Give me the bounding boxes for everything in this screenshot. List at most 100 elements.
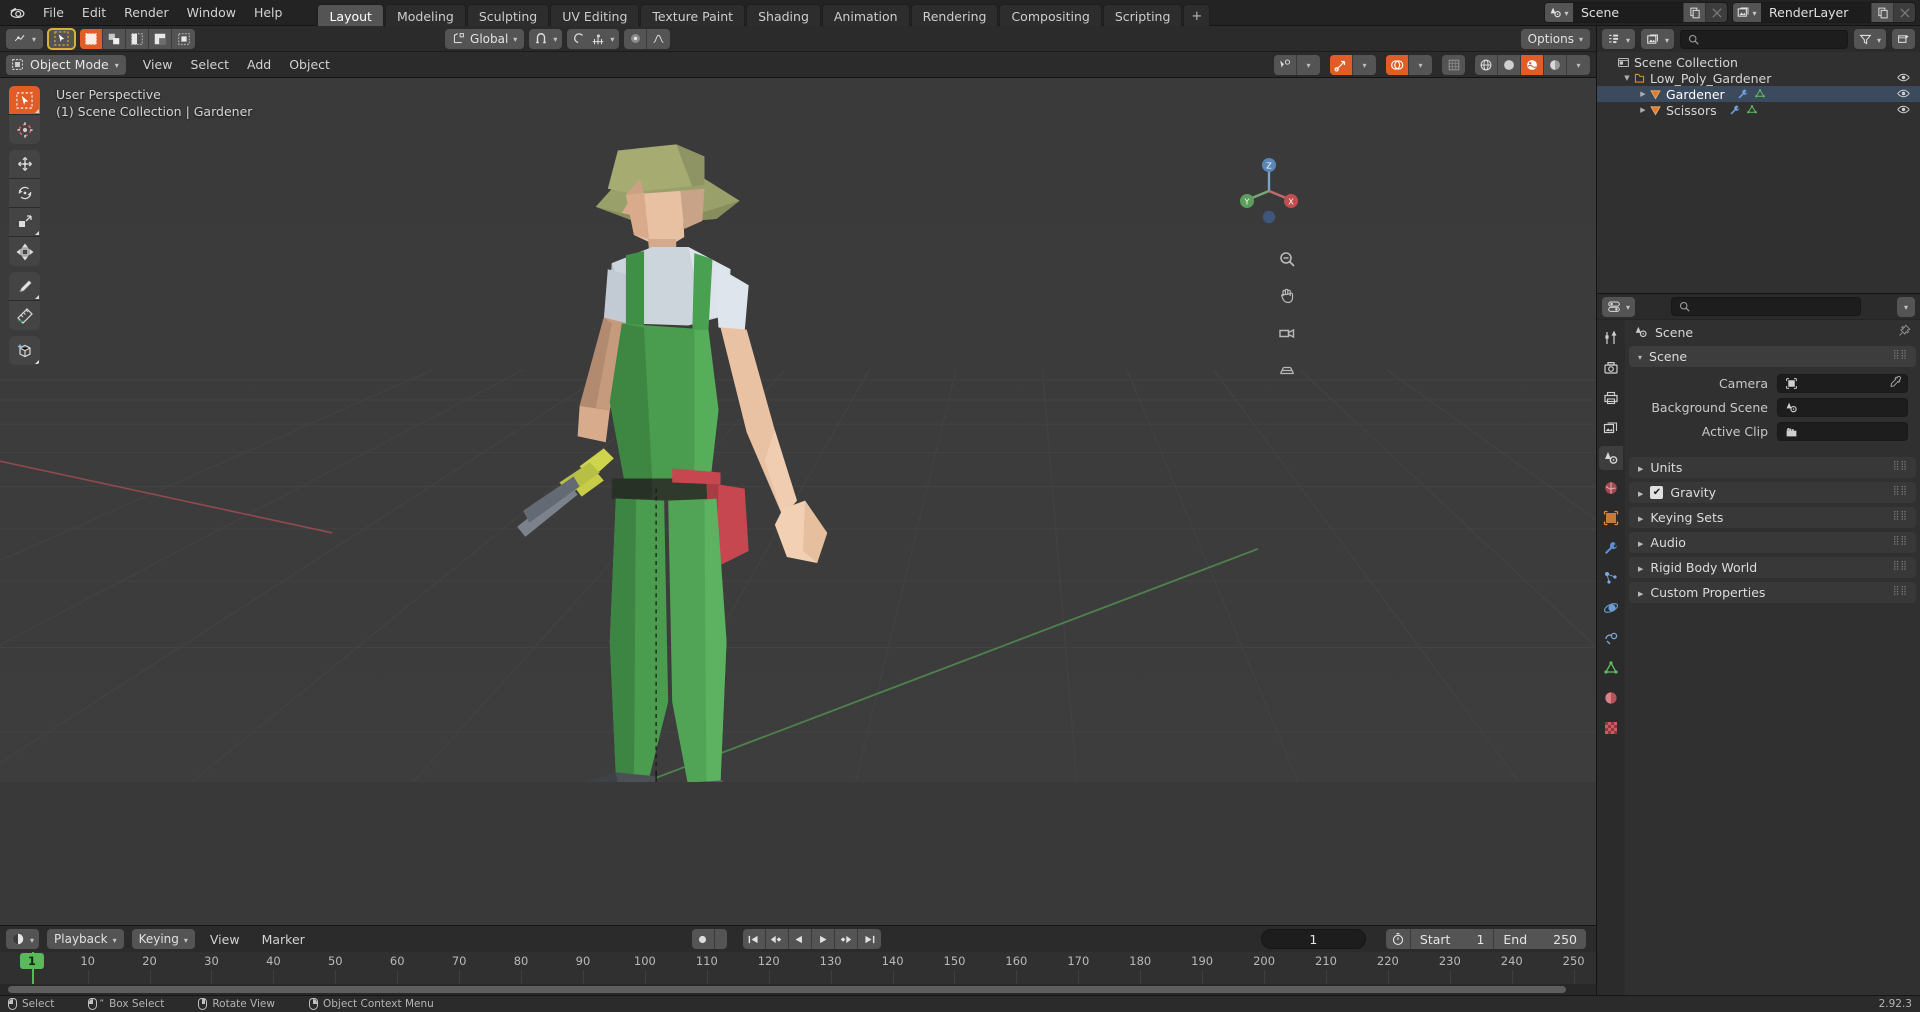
snap-closest-button[interactable]: [624, 28, 648, 49]
timeline-editor-type-button[interactable]: ▾: [6, 929, 40, 949]
timeline-scrollbar[interactable]: [8, 986, 1566, 993]
overlays-chevron-icon[interactable]: ▾: [1409, 55, 1432, 75]
outliner-filter-button[interactable]: ▾: [1853, 29, 1886, 49]
snapping-group[interactable]: ▾: [529, 28, 563, 49]
record-icon[interactable]: [692, 929, 715, 949]
expand-triangle-icon[interactable]: ▶: [1637, 106, 1649, 114]
world-tab[interactable]: [1599, 476, 1623, 500]
outliner-row-low_poly_gardener[interactable]: ▼ Low_Poly_Gardener: [1597, 70, 1920, 86]
workspace-tab-uv-editing[interactable]: UV Editing: [550, 3, 640, 29]
viewlayer-new-button[interactable]: [1871, 3, 1893, 22]
scene-tab[interactable]: [1599, 446, 1623, 470]
overlays-group[interactable]: ▾: [1386, 54, 1432, 75]
interaction-mode-dropdown[interactable]: Object Mode ▾: [6, 54, 126, 75]
workspace-tab-modeling[interactable]: Modeling: [384, 3, 466, 29]
options-dropdown[interactable]: Options ▾: [1520, 28, 1590, 49]
properties-tab-strip[interactable]: [1597, 320, 1625, 995]
previous-keyframe-button[interactable]: [766, 929, 789, 949]
shading-mode-group[interactable]: ▾: [1475, 54, 1590, 75]
timeline-scrollbar-area[interactable]: [0, 984, 1596, 995]
scale-tool-button[interactable]: [9, 208, 40, 237]
overlays-toggle-icon[interactable]: [1386, 54, 1409, 75]
outliner-row-scene-collection[interactable]: Scene Collection: [1597, 54, 1920, 70]
menu-file[interactable]: File: [34, 2, 73, 23]
proportional-edit-group[interactable]: ▾: [567, 28, 620, 49]
start-frame-field[interactable]: Start 1: [1409, 929, 1494, 949]
navigation-gizmo[interactable]: Z X Y: [1234, 156, 1304, 226]
physics-tab[interactable]: [1599, 596, 1623, 620]
jump-to-start-button[interactable]: [743, 929, 766, 949]
new-collection-button[interactable]: [1892, 29, 1915, 49]
viewlayer-remove-button[interactable]: [1893, 3, 1915, 22]
transport-controls[interactable]: [742, 929, 881, 949]
solid-shading-icon[interactable]: [1498, 54, 1521, 75]
modifier-wrench-icon[interactable]: [1737, 88, 1749, 100]
shading-chevron-icon[interactable]: ▾: [1567, 55, 1590, 75]
material-preview-shading-icon[interactable]: [1521, 54, 1544, 75]
wireframe-shading-icon[interactable]: [1475, 54, 1498, 75]
visibility-dropdown[interactable]: ▾: [1274, 54, 1320, 75]
rendered-shading-icon[interactable]: [1544, 54, 1567, 75]
annotate-tool-button[interactable]: [9, 272, 40, 301]
texture-tab[interactable]: [1599, 716, 1623, 740]
workspace-tab-scripting[interactable]: Scripting: [1102, 3, 1183, 29]
outliner-tree[interactable]: Scene Collection ▼ Low_Poly_Gardener ▶ Garde…: [1597, 52, 1920, 293]
transform-orientation-dropdown[interactable]: Global ▾: [445, 28, 525, 49]
pin-icon[interactable]: [1898, 324, 1911, 340]
gizmo-group[interactable]: ▾: [1330, 54, 1376, 75]
tool-tab[interactable]: [1599, 326, 1623, 350]
keying-dropdown[interactable]: Keying ▾: [131, 929, 195, 949]
tweak-tool-button[interactable]: [9, 86, 40, 115]
proportional-falloff-button[interactable]: [647, 29, 670, 49]
property-field-camera[interactable]: [1777, 373, 1908, 393]
menu-help[interactable]: Help: [245, 2, 292, 23]
current-frame-field[interactable]: 1: [1260, 929, 1366, 949]
outliner-display-mode-button[interactable]: ▾: [1641, 29, 1675, 49]
menu-window[interactable]: Window: [178, 2, 245, 23]
timeline-marker-menu[interactable]: Marker: [255, 930, 312, 949]
snap-target-group[interactable]: [624, 28, 671, 49]
jump-to-end-button[interactable]: [858, 929, 881, 949]
visibility-eye-icon[interactable]: [1897, 103, 1910, 118]
active-tool-button[interactable]: [47, 27, 77, 50]
workspace-tab-texture-paint[interactable]: Texture Paint: [640, 3, 746, 29]
viewlayer-id-block[interactable]: ▾ RenderLayer: [1732, 2, 1916, 23]
mesh-data-icon[interactable]: [1746, 104, 1758, 116]
outliner-editor-type-button[interactable]: ▾: [1602, 29, 1636, 49]
outliner-search-input[interactable]: [1680, 29, 1848, 49]
workspace-tab-sculpting[interactable]: Sculpting: [466, 3, 550, 29]
cursor-tool-button[interactable]: [9, 115, 40, 144]
scene-panel-header[interactable]: ▾ Scene ⣿⣿: [1629, 346, 1916, 367]
collapse-triangle-icon[interactable]: ▼: [1621, 74, 1633, 82]
panel-checkbox[interactable]: ✔: [1650, 486, 1664, 499]
rotate-tool-button[interactable]: [9, 179, 40, 208]
select-mode-group[interactable]: [80, 28, 196, 49]
timeline-ruler[interactable]: 10 20 30 40 50 60 70 80 90 100 110 120 130 140 150 160 1…: [0, 952, 1596, 984]
auto-keying-group[interactable]: [691, 929, 727, 949]
pan-hand-icon[interactable]: [1274, 283, 1300, 309]
zoom-icon[interactable]: [1274, 246, 1300, 272]
render-tab[interactable]: [1599, 356, 1623, 380]
add-workspace-button[interactable]: +: [1183, 3, 1211, 29]
properties-search-input[interactable]: [1671, 297, 1861, 316]
workspace-tab-animation[interactable]: Animation: [821, 3, 910, 29]
eyedropper-icon[interactable]: [1889, 375, 1902, 392]
viewport-menu-add[interactable]: Add: [240, 55, 278, 74]
panel-audio[interactable]: ▶ Audio ⣿⣿: [1629, 532, 1916, 553]
workspace-tab-layout[interactable]: Layout: [317, 3, 384, 29]
gizmo-chevron-icon[interactable]: ▾: [1353, 55, 1376, 75]
next-keyframe-button[interactable]: [835, 929, 858, 949]
viewlayer-name-field[interactable]: RenderLayer: [1761, 3, 1871, 22]
scene-id-block[interactable]: ▾ Scene: [1544, 2, 1728, 23]
scene-name-field[interactable]: Scene: [1573, 3, 1683, 22]
playback-dropdown[interactable]: Playback ▾: [47, 929, 124, 949]
mesh-data-icon[interactable]: [1754, 88, 1766, 100]
xray-group[interactable]: [1442, 54, 1465, 75]
workspace-tab-rendering[interactable]: Rendering: [910, 3, 999, 29]
select-subtract-button[interactable]: [126, 28, 150, 49]
stopwatch-icon[interactable]: [1386, 929, 1410, 949]
outliner-row-scissors[interactable]: ▶ Scissors: [1597, 102, 1920, 118]
scene-unlink-button[interactable]: [1705, 3, 1727, 22]
data-tab[interactable]: [1599, 656, 1623, 680]
move-tool-button[interactable]: [9, 150, 40, 179]
